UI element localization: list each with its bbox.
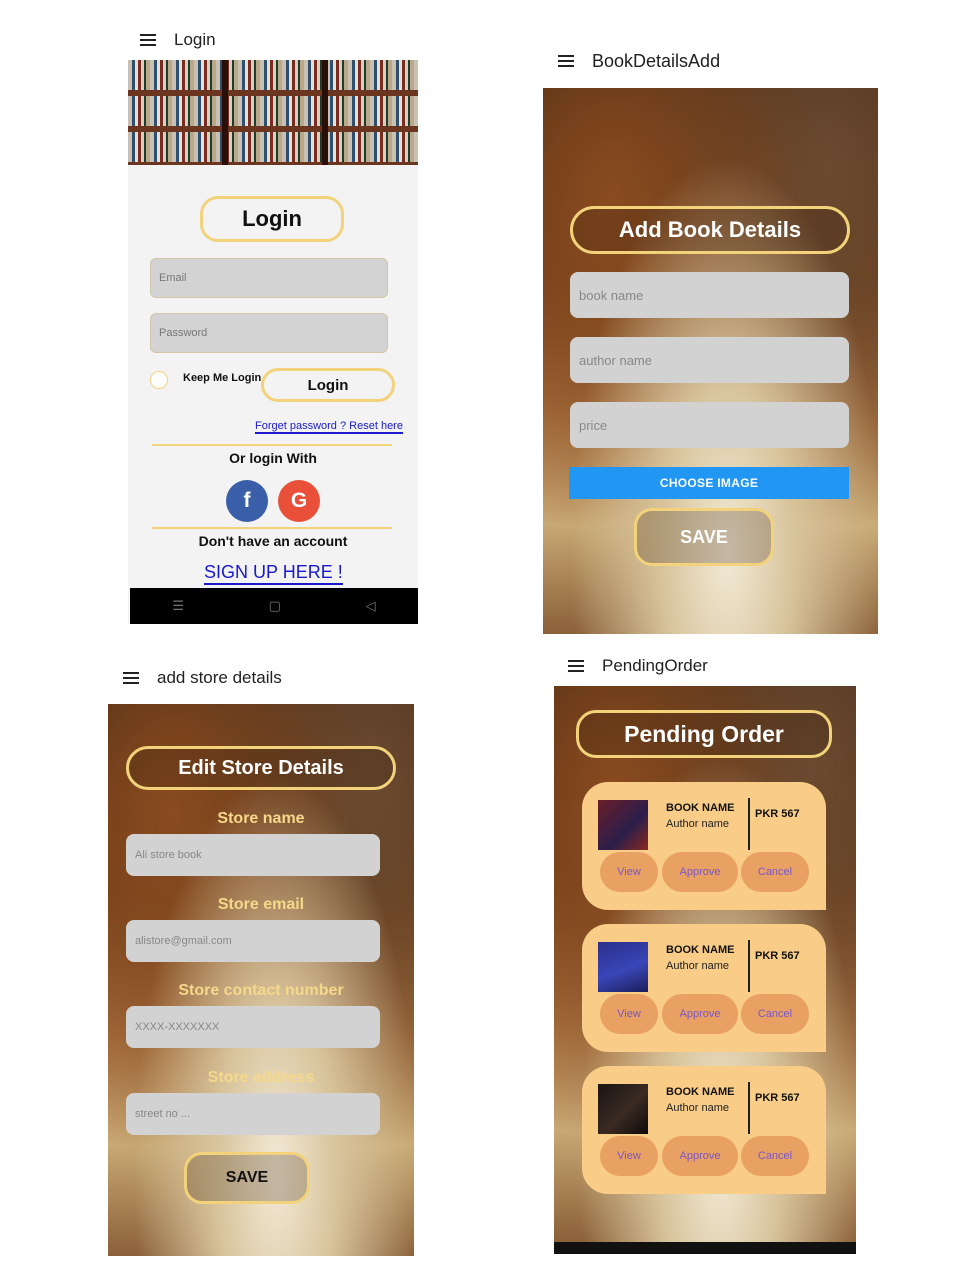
or-login-with-label: Or login With xyxy=(229,450,317,466)
vertical-divider xyxy=(748,940,750,992)
order-price: PKR 567 xyxy=(755,950,800,962)
store-email-label: Store email xyxy=(217,896,305,913)
login-header: Login xyxy=(200,196,344,242)
store-contact-input[interactable]: XXXX-XXXXXXX xyxy=(126,1006,380,1048)
bottom-bar xyxy=(554,1242,856,1254)
menu-icon[interactable] xyxy=(123,672,139,684)
order-author-name: Author name xyxy=(666,818,729,830)
book-name-input[interactable]: book name xyxy=(570,272,849,318)
login-screen: Login Login Email Password Keep Me Login… xyxy=(128,20,418,624)
order-book-name: BOOK NAME xyxy=(666,1086,735,1098)
approve-button[interactable]: Approve xyxy=(662,1136,738,1176)
edit-store-details-header: Edit Store Details xyxy=(126,746,396,790)
keep-me-login-radio[interactable] xyxy=(150,371,168,389)
choose-image-button[interactable]: CHOOSE IMAGE xyxy=(569,467,849,499)
order-author-name: Author name xyxy=(666,960,729,972)
sign-up-link[interactable]: SIGN UP HERE ! xyxy=(204,562,343,585)
login-button[interactable]: Login xyxy=(261,368,395,402)
book-details-add-screen: BookDetailsAdd Add Book Details book nam… xyxy=(540,20,878,634)
appbar-title: add store details xyxy=(157,668,282,687)
status-bar xyxy=(108,640,414,652)
login-appbar: Login xyxy=(128,20,418,60)
order-book-name: BOOK NAME xyxy=(666,944,735,956)
order-card: BOOK NAME Author name PKR 567 View Appro… xyxy=(582,1066,826,1194)
back-icon[interactable]: ◁ xyxy=(366,598,376,614)
store-name-label: Store name xyxy=(217,810,305,827)
order-book-name: BOOK NAME xyxy=(666,802,735,814)
appbar-title: Login xyxy=(174,30,216,49)
book-details-appbar: BookDetailsAdd xyxy=(540,34,878,88)
facebook-login-icon[interactable]: f xyxy=(226,480,268,522)
save-button[interactable]: SAVE xyxy=(634,508,774,566)
pending-order-screen: PendingOrder Pending Order BOOK NAME Aut… xyxy=(554,646,856,1254)
menu-icon[interactable] xyxy=(140,34,156,46)
divider-bottom xyxy=(152,527,392,529)
add-store-details-screen: add store details Edit Store Details Sto… xyxy=(108,640,414,1256)
approve-button[interactable]: Approve xyxy=(662,852,738,892)
no-account-label: Don't have an account xyxy=(198,533,348,549)
forget-password-link[interactable]: Forget password ? Reset here xyxy=(255,420,403,434)
appbar-title: BookDetailsAdd xyxy=(592,50,721,71)
keep-me-login-label: Keep Me Login xyxy=(183,372,262,384)
book-cover-image xyxy=(598,942,648,992)
approve-button[interactable]: Approve xyxy=(662,994,738,1034)
book-cover-image xyxy=(598,800,648,850)
order-card: BOOK NAME Author name PKR 567 View Appro… xyxy=(582,924,826,1052)
cancel-button[interactable]: Cancel xyxy=(741,852,809,892)
vertical-divider xyxy=(748,798,750,850)
store-contact-label: Store contact number xyxy=(178,982,344,999)
store-email-input[interactable]: alistore@gmail.com xyxy=(126,920,380,962)
status-bar xyxy=(540,20,878,34)
price-input[interactable]: price xyxy=(570,402,849,448)
author-name-input[interactable]: author name xyxy=(570,337,849,383)
view-button[interactable]: View xyxy=(600,1136,658,1176)
order-author-name: Author name xyxy=(666,1102,729,1114)
appbar-title: PendingOrder xyxy=(602,656,708,675)
recent-apps-icon[interactable]: ☰ xyxy=(172,598,184,614)
email-field[interactable]: Email xyxy=(150,258,388,298)
store-address-label: Store address xyxy=(207,1069,315,1086)
pending-order-appbar: PendingOrder xyxy=(554,646,856,686)
add-book-details-header: Add Book Details xyxy=(570,206,850,254)
divider-top xyxy=(152,444,392,446)
store-name-input[interactable]: Ali store book xyxy=(126,834,380,876)
vertical-divider xyxy=(748,1082,750,1134)
cancel-button[interactable]: Cancel xyxy=(741,994,809,1034)
pending-order-header: Pending Order xyxy=(576,710,832,758)
cancel-button[interactable]: Cancel xyxy=(741,1136,809,1176)
book-cover-image xyxy=(598,1084,648,1134)
menu-icon[interactable] xyxy=(558,55,574,67)
password-field[interactable]: Password xyxy=(150,313,388,353)
menu-icon[interactable] xyxy=(568,660,584,672)
order-price: PKR 567 xyxy=(755,808,800,820)
store-address-input[interactable]: street no ... xyxy=(126,1093,380,1135)
view-button[interactable]: View xyxy=(600,994,658,1034)
android-nav-bar: ☰ ▢ ◁ xyxy=(130,588,418,624)
store-details-appbar: add store details xyxy=(108,652,414,704)
bookshelf-banner-image xyxy=(128,60,418,165)
save-button[interactable]: SAVE xyxy=(184,1152,310,1204)
view-button[interactable]: View xyxy=(600,852,658,892)
google-login-icon[interactable]: G xyxy=(278,480,320,522)
order-card: BOOK NAME Author name PKR 567 View Appro… xyxy=(582,782,826,910)
order-price: PKR 567 xyxy=(755,1092,800,1104)
home-icon[interactable]: ▢ xyxy=(269,598,281,614)
